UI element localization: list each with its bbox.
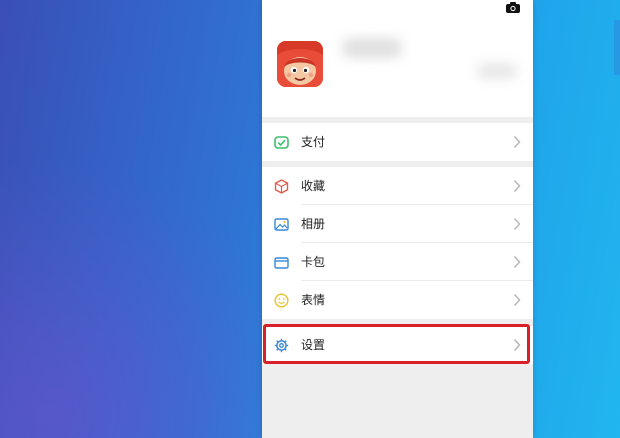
card-wallet-icon bbox=[274, 257, 289, 269]
profile-id-blurred bbox=[477, 64, 517, 78]
chevron-right-icon bbox=[513, 255, 521, 269]
me-page: 支付 收藏 相册 卡包 表情 设置 bbox=[262, 0, 533, 438]
chevron-right-icon bbox=[513, 135, 521, 149]
menu-item-favorites[interactable]: 收藏 bbox=[262, 167, 533, 205]
profile-name-blurred bbox=[342, 38, 402, 58]
menu-item-cards[interactable]: 卡包 bbox=[262, 243, 533, 281]
settings-highlight-box bbox=[263, 324, 530, 364]
menu-group-main: 收藏 相册 卡包 表情 bbox=[262, 167, 533, 319]
favorites-cube-icon bbox=[274, 179, 289, 194]
menu-label-stickers: 表情 bbox=[301, 293, 326, 307]
menu-label-favorites: 收藏 bbox=[301, 179, 326, 193]
sticker-smile-icon bbox=[274, 293, 289, 308]
avatar[interactable] bbox=[277, 41, 323, 87]
pay-icon bbox=[274, 136, 289, 149]
menu-label-pay: 支付 bbox=[301, 135, 326, 149]
chevron-right-icon bbox=[513, 217, 521, 231]
chevron-right-icon bbox=[513, 179, 521, 193]
menu-item-stickers[interactable]: 表情 bbox=[262, 281, 533, 319]
album-image-icon bbox=[274, 218, 289, 231]
background-right-strip bbox=[614, 20, 620, 75]
menu-item-pay[interactable]: 支付 bbox=[262, 123, 533, 161]
background-left bbox=[0, 0, 262, 438]
menu-label-album: 相册 bbox=[301, 217, 326, 231]
menu-group-pay: 支付 bbox=[262, 123, 533, 161]
menu-label-cards: 卡包 bbox=[301, 255, 326, 269]
menu-item-album[interactable]: 相册 bbox=[262, 205, 533, 243]
profile-header[interactable] bbox=[262, 0, 533, 117]
avatar-image bbox=[277, 41, 323, 87]
chevron-right-icon bbox=[513, 293, 521, 307]
camera-icon[interactable] bbox=[506, 2, 520, 13]
